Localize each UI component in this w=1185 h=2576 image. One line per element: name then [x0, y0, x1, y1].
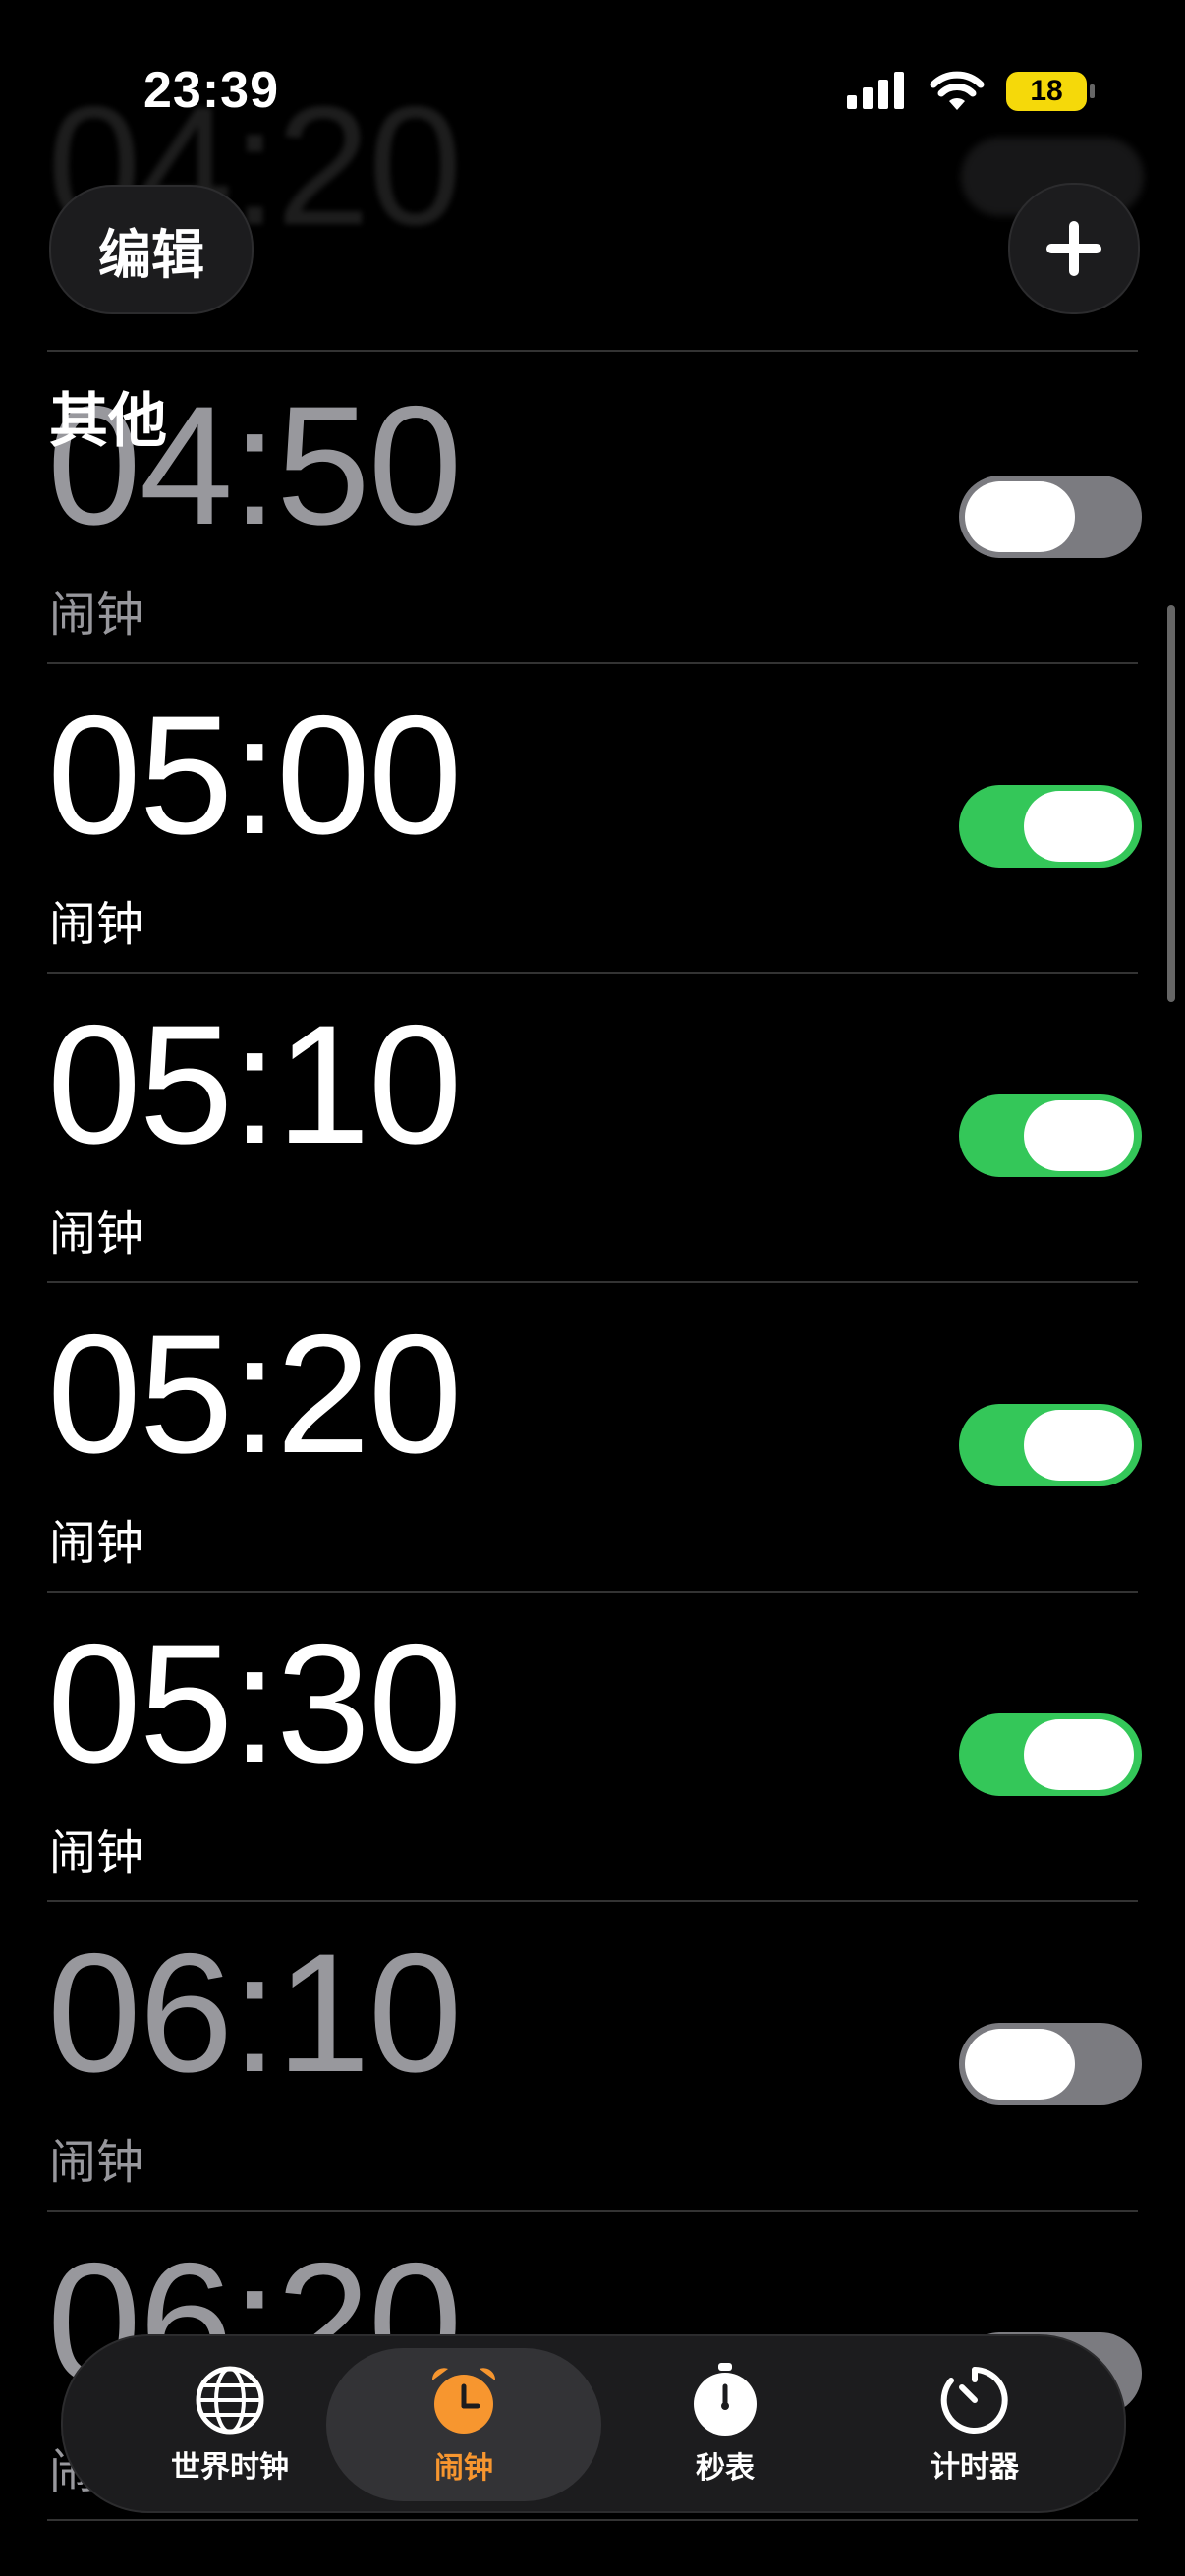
battery-indicator: 18	[1006, 72, 1095, 111]
alarm-time: 06:10	[47, 1919, 462, 2107]
alarm-label: 闹钟	[49, 1827, 144, 1879]
tab-label: 秒表	[696, 2452, 755, 2485]
alarm-time: 05:30	[47, 1609, 462, 1798]
tab-label: 世界时钟	[171, 2451, 289, 2484]
tab-bar: 世界时钟 闹钟 秒表 计时器	[61, 2334, 1126, 2513]
timer-icon	[940, 2367, 1008, 2434]
add-alarm-button[interactable]	[1008, 183, 1140, 314]
alarm-row[interactable]: 05:20 闹钟	[0, 1282, 1185, 1593]
alarm-clock-icon	[431, 2368, 496, 2434]
status-icons: 18	[847, 71, 1095, 112]
toggle-knob	[1024, 1100, 1134, 1171]
alarm-time: 05:10	[47, 990, 462, 1179]
stopwatch-icon	[694, 2363, 757, 2436]
alarm-toggle[interactable]	[959, 1713, 1142, 1796]
toggle-knob	[1024, 791, 1134, 862]
alarm-time: 05:20	[47, 1300, 462, 1488]
toggle-knob	[965, 2029, 1075, 2100]
scrollbar[interactable]	[1167, 605, 1175, 1002]
globe-icon	[196, 2366, 264, 2435]
alarm-toggle[interactable]	[959, 2023, 1142, 2105]
alarm-row[interactable]: 04:50 闹钟	[0, 354, 1185, 664]
alarm-toggle[interactable]	[959, 785, 1142, 868]
alarm-row[interactable]: 06:10 闹钟	[0, 1901, 1185, 2212]
alarm-label: 闹钟	[49, 589, 144, 642]
alarm-label: 闹钟	[49, 1518, 144, 1570]
toggle-knob	[965, 481, 1075, 552]
alarm-label: 闹钟	[49, 899, 144, 951]
edit-button[interactable]: 编辑	[49, 185, 254, 314]
tab-alarm[interactable]: 闹钟	[326, 2348, 601, 2501]
battery-level: 18	[1030, 75, 1063, 107]
alarm-toggle[interactable]	[959, 476, 1142, 558]
status-time: 23:39	[143, 62, 279, 119]
divider	[47, 2519, 1138, 2521]
cellular-signal-icon	[847, 72, 904, 109]
alarm-row[interactable]: 05:30 闹钟	[0, 1592, 1185, 1902]
tab-label: 计时器	[931, 2451, 1019, 2484]
section-label: 其他	[49, 388, 167, 454]
alarm-toggle[interactable]	[959, 1404, 1142, 1486]
alarm-toggle[interactable]	[959, 1094, 1142, 1177]
toggle-knob	[1024, 1719, 1134, 1790]
tab-stopwatch[interactable]: 秒表	[588, 2348, 863, 2501]
alarm-row[interactable]: 05:10 闹钟	[0, 973, 1185, 1283]
toggle-knob	[1024, 1410, 1134, 1481]
tab-timer[interactable]: 计时器	[837, 2348, 1112, 2501]
alarm-label: 闹钟	[49, 1208, 144, 1260]
tab-label: 闹钟	[434, 2452, 493, 2485]
wifi-icon	[930, 71, 985, 110]
alarm-time: 05:00	[47, 681, 462, 869]
plus-icon	[1046, 221, 1101, 276]
divider	[47, 350, 1138, 352]
alarm-row[interactable]: 05:00 闹钟	[0, 663, 1185, 974]
alarm-label: 闹钟	[49, 2137, 144, 2189]
